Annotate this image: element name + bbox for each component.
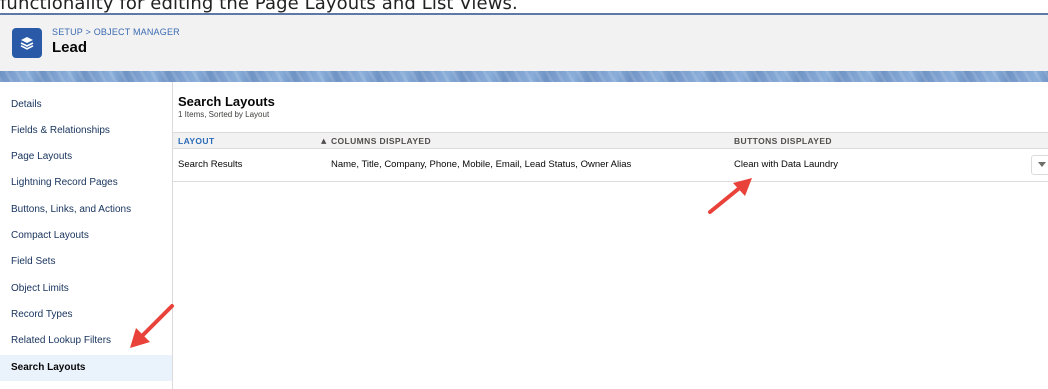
breadcrumb-setup[interactable]: SETUP <box>52 27 83 37</box>
sidebar-item-details[interactable]: Details <box>0 92 172 118</box>
sort-ascending-icon[interactable]: ▲ <box>321 133 326 149</box>
breadcrumb-object-manager[interactable]: OBJECT MANAGER <box>94 27 180 37</box>
chevron-down-icon <box>1038 162 1046 167</box>
sidebar-item-buttons-links-actions[interactable]: Buttons, Links, and Actions <box>0 197 172 223</box>
table-row: Search Results Name, Title, Company, Pho… <box>173 149 1048 182</box>
main-content: Search Layouts 1 Items, Sorted by Layout… <box>173 82 1048 389</box>
sidebar-item-page-layouts[interactable]: Page Layouts <box>0 144 172 170</box>
section-subtitle: 1 Items, Sorted by Layout <box>178 110 270 119</box>
sidebar-item-fields-relationships[interactable]: Fields & Relationships <box>0 118 172 144</box>
cell-columns-displayed: Name, Title, Company, Phone, Mobile, Ema… <box>331 159 632 170</box>
sidebar-item-compact-layouts[interactable]: Compact Layouts <box>0 223 172 249</box>
table-header: LAYOUT ▲ COLUMNS DISPLAYED BUTTONS DISPL… <box>173 132 1048 149</box>
layers-icon <box>12 28 42 58</box>
annotation-arrow-icon <box>130 304 174 348</box>
sidebar-item-field-sets[interactable]: Field Sets <box>0 249 172 275</box>
section-title: Search Layouts <box>178 94 275 109</box>
sidebar-item-search-layouts[interactable]: Search Layouts <box>0 355 172 381</box>
row-actions-button[interactable] <box>1031 155 1048 175</box>
column-header-buttons-displayed[interactable]: BUTTONS DISPLAYED <box>734 133 832 150</box>
column-header-layout[interactable]: LAYOUT <box>178 133 215 150</box>
breadcrumb-separator: > <box>85 27 92 37</box>
page-header: SETUP > OBJECT MANAGER Lead <box>0 15 1048 71</box>
sidebar-item-object-limits[interactable]: Object Limits <box>0 276 172 302</box>
breadcrumb: SETUP > OBJECT MANAGER <box>52 27 180 37</box>
annotation-arrow-icon <box>708 178 752 214</box>
cell-layout: Search Results <box>178 159 243 170</box>
header-banner <box>0 71 1048 82</box>
object-title: Lead <box>52 39 88 56</box>
column-header-columns-displayed[interactable]: COLUMNS DISPLAYED <box>331 133 431 150</box>
sidebar-item-lightning-record-pages[interactable]: Lightning Record Pages <box>0 170 172 196</box>
